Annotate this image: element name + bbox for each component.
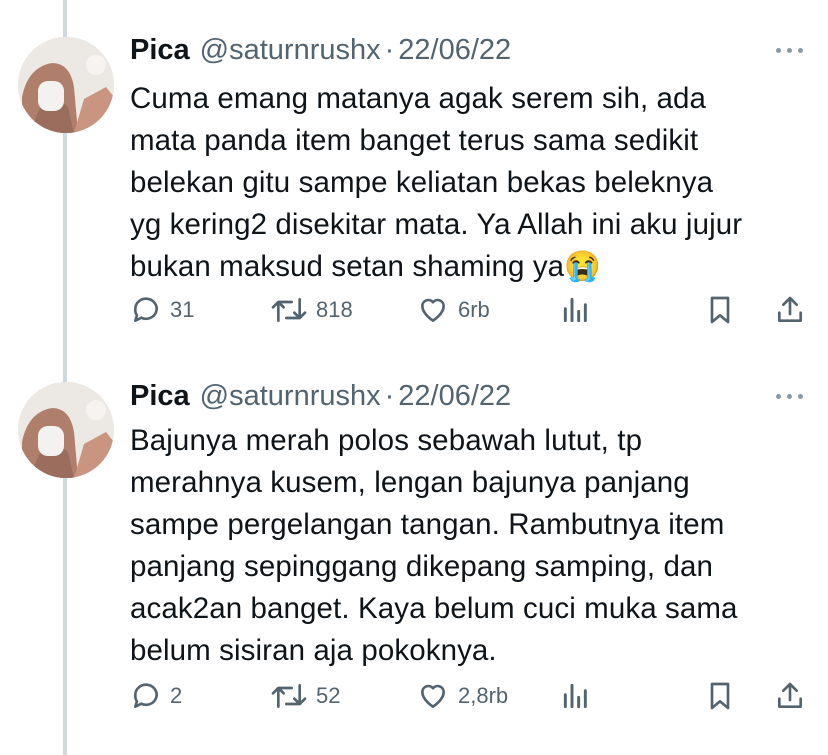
like-icon — [421, 298, 445, 322]
reply-button[interactable]: 31 — [130, 294, 194, 326]
retweet-icon — [271, 298, 307, 322]
like-count: 2,8rb — [458, 683, 509, 708]
separator-dot: · — [384, 34, 395, 66]
tweet-header: Pica @saturnrushx · 22/06/22 — [130, 380, 511, 413]
separator-dot: · — [384, 380, 395, 412]
tweet-text-line: mata panda item banget terus sama sediki… — [130, 124, 699, 157]
avatar[interactable] — [18, 37, 114, 133]
bookmark-button[interactable] — [704, 680, 736, 712]
reply-button[interactable]: 2 — [130, 680, 182, 712]
views-icon — [563, 297, 587, 323]
tweet-text: Bajunya merah polos sebawah lutut, tp me… — [130, 420, 810, 672]
bookmark-icon — [710, 682, 730, 710]
retweet-button[interactable]: 52 — [270, 680, 340, 712]
retweet-icon — [271, 684, 307, 708]
tweet-text-line: Cuma emang matanya agak serem sih, ada — [130, 82, 707, 115]
more-options-icon[interactable] — [776, 392, 806, 402]
profile-photo — [18, 37, 114, 133]
user-handle[interactable]: @saturnrushx — [200, 380, 381, 412]
views-icon — [563, 683, 587, 709]
tweet-text-line: panjang sepinggang dikepang samping, dan — [130, 550, 713, 583]
tweet[interactable]: Pica @saturnrushx · 22/06/22 Cuma emang mat… — [0, 0, 828, 360]
tweet-text: Cuma emang matanya agak serem sih, ada m… — [130, 78, 810, 288]
share-button[interactable] — [774, 294, 806, 326]
retweet-count: 52 — [316, 683, 341, 708]
bookmark-icon — [710, 296, 730, 324]
reply-icon — [133, 297, 158, 322]
tweet-text-line: bukan maksud setan shaming ya😭 — [130, 250, 602, 283]
tweet-actions: 2 52 2,8rb — [130, 680, 810, 720]
bookmark-button[interactable] — [704, 294, 736, 326]
tweet-date[interactable]: 22/06/22 — [398, 34, 511, 66]
share-icon — [778, 682, 802, 708]
user-handle[interactable]: @saturnrushx — [200, 34, 381, 66]
like-icon — [421, 684, 445, 708]
tweet-text-line: belekan gitu sampe keliatan bekas belekn… — [130, 166, 714, 199]
views-button[interactable] — [560, 294, 592, 326]
tweet[interactable]: Pica @saturnrushx · 22/06/22 Bajunya merah … — [0, 360, 828, 755]
share-button[interactable] — [774, 680, 806, 712]
tweet-text-line: acak2an banget. Kaya belum cuci muka sam… — [130, 592, 738, 625]
tweet-header: Pica @saturnrushx · 22/06/22 — [130, 34, 511, 67]
display-name[interactable]: Pica — [130, 380, 190, 412]
retweet-count: 818 — [316, 297, 353, 322]
share-icon — [778, 296, 802, 322]
tweet-text-line: Bajunya merah polos sebawah lutut, tp — [130, 424, 643, 457]
tweet-text-line: merahnya kusem, lengan bajunya panjang — [130, 466, 690, 499]
tweet-actions: 31 818 6rb — [130, 294, 810, 334]
profile-photo — [18, 382, 114, 478]
like-button[interactable]: 6rb — [416, 294, 490, 326]
more-options-icon[interactable] — [776, 46, 806, 56]
like-button[interactable]: 2,8rb — [416, 680, 508, 712]
tweet-text-line: yg kering2 disekitar mata. Ya Allah ini … — [130, 208, 743, 241]
tweet-text-line: sampe pergelangan tangan. Rambutnya item — [130, 508, 725, 541]
reply-icon — [133, 683, 158, 708]
avatar[interactable] — [18, 382, 114, 478]
views-button[interactable] — [560, 680, 592, 712]
tweet-text-line: belum sisiran aja pokoknya. — [130, 634, 497, 667]
retweet-button[interactable]: 818 — [270, 294, 353, 326]
reply-count: 2 — [170, 683, 183, 708]
display-name[interactable]: Pica — [130, 34, 190, 66]
tweet-date[interactable]: 22/06/22 — [398, 380, 511, 412]
reply-count: 31 — [170, 297, 195, 322]
like-count: 6rb — [458, 297, 490, 322]
